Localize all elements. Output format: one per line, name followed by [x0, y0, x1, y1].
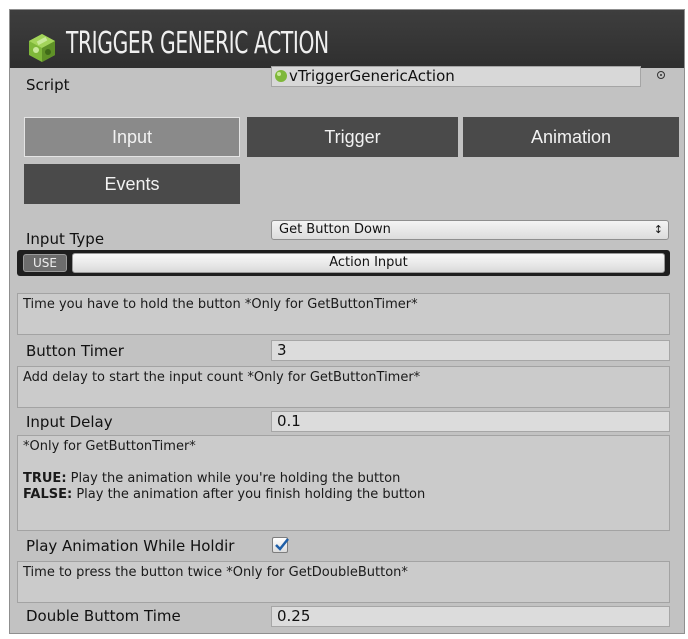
tab-input[interactable]: Input [24, 117, 240, 157]
true-label: TRUE: [23, 471, 67, 486]
play-animation-label: Play Animation While Holdir [26, 537, 235, 555]
help-text: Time you have to hold the button *Only f… [23, 297, 418, 312]
button-timer-field[interactable]: 3 [271, 340, 670, 361]
false-label: FALSE: [23, 487, 73, 502]
script-icon [275, 70, 287, 82]
page-title: TRIGGER GENERIC ACTION [66, 26, 329, 61]
help-box-input-delay: Add delay to start the input count *Only… [17, 366, 670, 408]
tab-trigger[interactable]: Trigger [247, 117, 458, 157]
checkmark-icon [275, 538, 289, 551]
script-field[interactable]: vTriggerGenericAction [271, 66, 641, 87]
button-timer-label: Button Timer [26, 342, 124, 360]
double-time-field[interactable]: 0.25 [271, 606, 670, 627]
header-bar: TRIGGER GENERIC ACTION [10, 10, 684, 68]
true-text: Play the animation while you're holding … [66, 471, 401, 486]
object-picker-icon[interactable] [657, 71, 665, 79]
tab-animation[interactable]: Animation [463, 117, 679, 157]
action-input-button[interactable]: Action Input [72, 253, 665, 273]
input-type-dropdown[interactable]: Get Button Down ↕ [271, 220, 669, 240]
input-type-value: Get Button Down [279, 222, 391, 237]
input-delay-field[interactable]: 0.1 [271, 411, 670, 432]
help-text: *Only for GetButtonTimer* [23, 439, 196, 454]
false-text: Play the animation after you finish hold… [72, 487, 426, 502]
help-text: Time to press the button twice *Only for… [23, 565, 408, 580]
script-value: vTriggerGenericAction [289, 67, 455, 85]
use-badge[interactable]: USE [23, 254, 67, 272]
help-box-double-press: Time to press the button twice *Only for… [17, 561, 670, 603]
script-label: Script [26, 76, 70, 94]
tab-events[interactable]: Events [24, 164, 240, 204]
dropdown-arrows-icon: ↕ [653, 223, 663, 236]
input-type-label: Input Type [26, 230, 105, 248]
help-box-hold-time: Time you have to hold the button *Only f… [17, 293, 670, 335]
help-text: Add delay to start the input count *Only… [23, 370, 421, 385]
double-time-label: Double Buttom Time [26, 607, 181, 625]
action-input-row: USE Action Input [17, 250, 670, 276]
input-delay-label: Input Delay [26, 413, 113, 431]
inspector-panel: TRIGGER GENERIC ACTION Script vTriggerGe… [9, 9, 685, 634]
cube-logo-icon [29, 34, 55, 62]
help-box-play-animation: *Only for GetButtonTimer* TRUE: Play the… [17, 435, 670, 531]
play-animation-checkbox[interactable] [272, 537, 289, 553]
